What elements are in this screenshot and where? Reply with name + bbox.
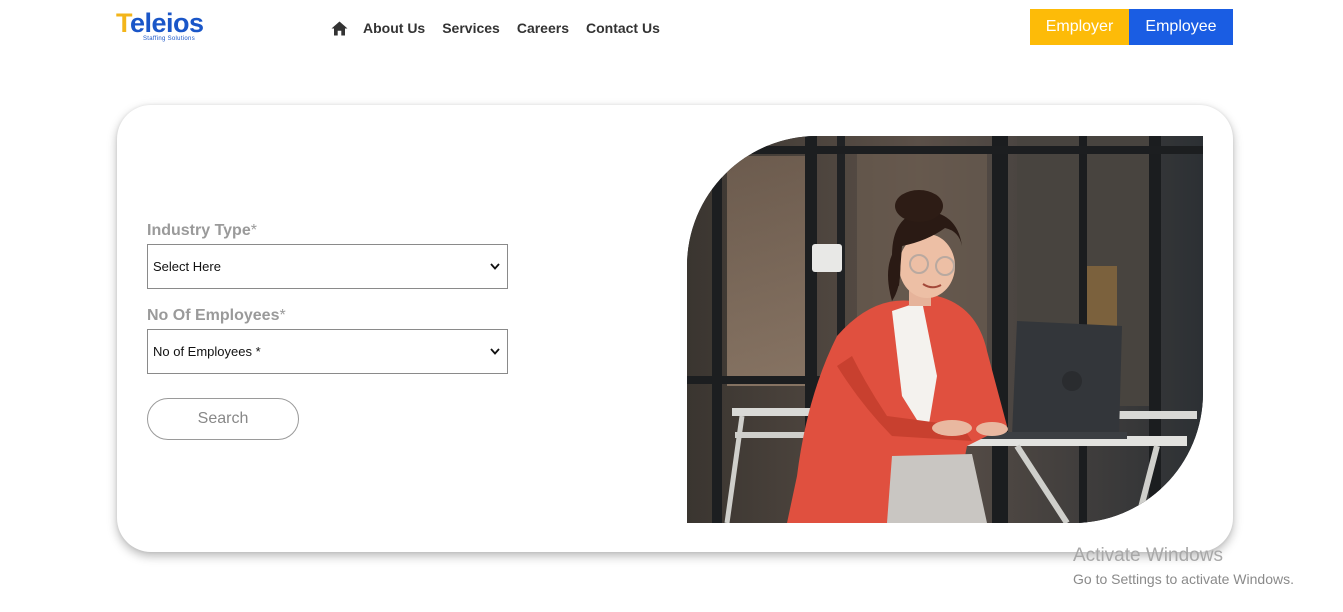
nav-services[interactable]: Services bbox=[442, 20, 500, 36]
activate-windows-subtitle: Go to Settings to activate Windows. bbox=[1073, 571, 1294, 587]
home-icon[interactable] bbox=[330, 20, 348, 36]
main-nav: About Us Services Careers Contact Us bbox=[330, 18, 677, 38]
industry-type-select[interactable]: Select Here bbox=[147, 244, 508, 289]
chevron-down-icon bbox=[483, 348, 507, 355]
required-marker: * bbox=[250, 222, 257, 239]
logo-tagline: Staffing Solutions bbox=[143, 36, 195, 42]
industry-type-value: Select Here bbox=[153, 259, 221, 274]
nav-careers[interactable]: Careers bbox=[517, 20, 569, 36]
logo[interactable]: Teleios Staffing Solutions bbox=[116, 8, 211, 46]
nav-about-us[interactable]: About Us bbox=[363, 20, 425, 36]
no-of-employees-label-text: No Of Employees bbox=[147, 307, 280, 324]
nav-contact-us[interactable]: Contact Us bbox=[586, 20, 660, 36]
no-of-employees-label: No Of Employees* bbox=[147, 307, 286, 325]
hero-photo bbox=[687, 136, 1203, 523]
required-marker: * bbox=[279, 307, 286, 324]
industry-type-label: Industry Type* bbox=[147, 222, 257, 240]
employee-button[interactable]: Employee bbox=[1129, 9, 1233, 45]
activate-windows-title: Activate Windows bbox=[1073, 545, 1223, 566]
no-of-employees-value: No of Employees * bbox=[153, 344, 261, 359]
logo-wordmark: Teleios bbox=[116, 8, 204, 38]
search-button[interactable]: Search bbox=[147, 398, 299, 440]
logo-wordmark-rest: eleios bbox=[130, 8, 204, 38]
industry-type-label-text: Industry Type bbox=[147, 222, 251, 239]
no-of-employees-select[interactable]: No of Employees * bbox=[147, 329, 508, 374]
chevron-down-icon bbox=[483, 263, 507, 270]
employer-button[interactable]: Employer bbox=[1030, 9, 1129, 45]
